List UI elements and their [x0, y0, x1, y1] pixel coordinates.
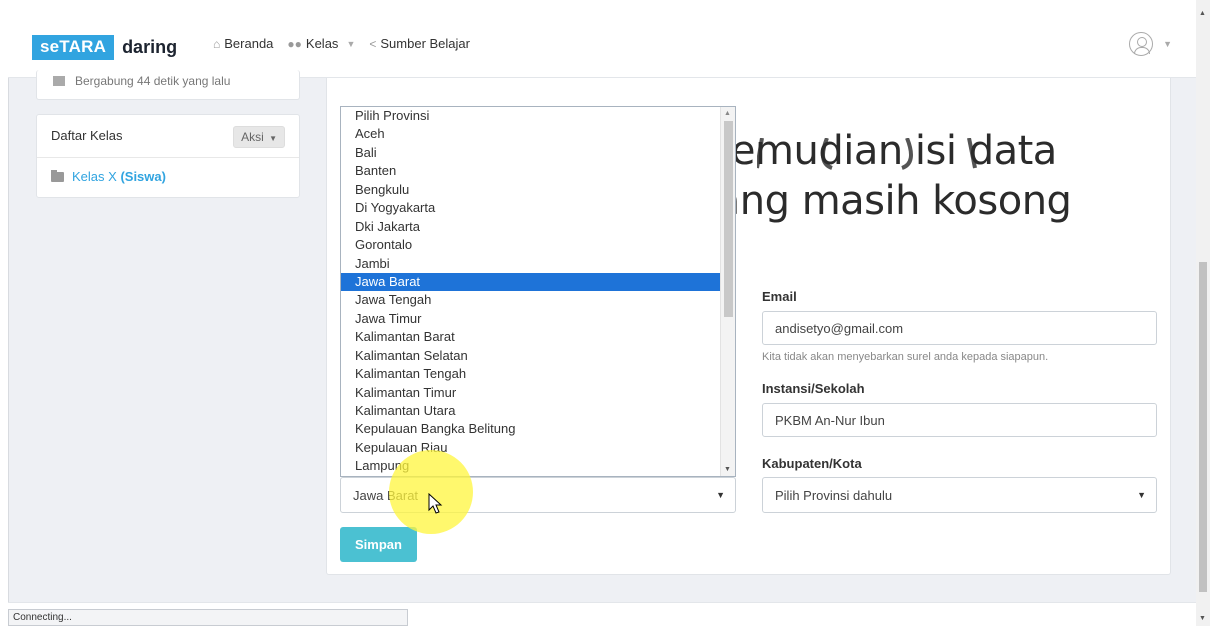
- scroll-down-icon[interactable]: ▼: [724, 466, 731, 473]
- brand-text: daring: [122, 36, 178, 57]
- divider: [37, 157, 299, 158]
- click-highlight: [389, 450, 473, 534]
- chevron-down-icon: ▼: [269, 134, 277, 143]
- class-role: (Siswa): [120, 169, 166, 184]
- scroll-up-icon[interactable]: ▲: [724, 110, 731, 117]
- dropdown-option[interactable]: Kalimantan Timur: [341, 384, 735, 402]
- dropdown-option[interactable]: Dki Jakarta: [341, 218, 735, 236]
- dropdown-option[interactable]: Di Yogyakarta: [341, 199, 735, 217]
- users-icon: ●●: [287, 36, 302, 51]
- nav-sumber-belajar-label: Sumber Belajar: [380, 36, 470, 51]
- navbar: seTARA daring ⌂ Beranda ●● Kelas ▼ < Sum…: [8, 0, 1196, 78]
- dropdown-option[interactable]: Kalimantan Utara: [341, 402, 735, 420]
- kabupaten-select[interactable]: Pilih Provinsi dahulu ▼: [762, 477, 1157, 513]
- nav-kelas[interactable]: ●● Kelas ▼: [287, 36, 355, 51]
- dropdown-option[interactable]: Bali: [341, 144, 735, 162]
- chevron-down-icon: ▼: [1163, 39, 1172, 49]
- dropdown-option[interactable]: Kalimantan Selatan: [341, 347, 735, 365]
- kabupaten-label: Kabupaten/Kota: [762, 456, 862, 471]
- nav-beranda-label: Beranda: [224, 36, 274, 51]
- scroll-up-icon[interactable]: ▲: [1199, 10, 1206, 17]
- aksi-label: Aksi: [241, 130, 264, 144]
- window-edge: [0, 0, 8, 626]
- scroll-down-icon[interactable]: ▼: [1199, 615, 1206, 622]
- calendar-icon: [53, 76, 65, 86]
- nav-beranda[interactable]: ⌂ Beranda: [213, 36, 273, 51]
- chevron-down-icon: ▼: [716, 490, 725, 500]
- email-help-text: Kita tidak akan menyebarkan surel anda k…: [762, 351, 1049, 363]
- dropdown-option[interactable]: Jawa Barat: [341, 272, 735, 292]
- class-name: Kelas X: [72, 169, 117, 184]
- profile-joined-panel: Bergabung 44 detik yang lalu: [36, 70, 300, 100]
- dropdown-option[interactable]: Pilih Provinsi: [341, 107, 735, 125]
- dropdown-option[interactable]: Jambi: [341, 255, 735, 273]
- brand-logo[interactable]: seTARA daring: [32, 34, 177, 60]
- dropdown-option[interactable]: Jawa Tengah: [341, 291, 735, 309]
- provinsi-dropdown-list[interactable]: Pilih Provinsi Aceh Bali Banten Bengkulu Di Y…: [340, 106, 736, 477]
- browser-status-bar: Connecting...: [8, 609, 408, 626]
- panel-title: Daftar Kelas: [51, 128, 123, 143]
- dropdown-scrollbar[interactable]: ▲ ▼: [720, 107, 735, 476]
- class-link[interactable]: Kelas X (Siswa): [51, 169, 166, 184]
- share-icon: <: [369, 36, 377, 51]
- email-label: Email: [762, 289, 797, 304]
- user-avatar-icon: [1129, 32, 1154, 56]
- dropdown-option[interactable]: Jawa Timur: [341, 310, 735, 328]
- dropdown-option[interactable]: Bengkulu: [341, 181, 735, 199]
- dropdown-option[interactable]: Kalimantan Barat: [341, 328, 735, 346]
- page-scroll-thumb[interactable]: [1199, 262, 1207, 592]
- user-menu[interactable]: ▼: [1129, 32, 1172, 56]
- instansi-label: Instansi/Sekolah: [762, 381, 865, 396]
- chevron-down-icon: ▼: [1137, 490, 1146, 500]
- chevron-down-icon: ▼: [346, 38, 356, 49]
- dropdown-option[interactable]: Aceh: [341, 125, 735, 143]
- aksi-button[interactable]: Aksi ▼: [233, 126, 285, 148]
- kabupaten-select-value: Pilih Provinsi dahulu: [775, 488, 893, 503]
- home-icon: ⌂: [213, 36, 221, 51]
- email-field[interactable]: andisetyo@gmail.com: [762, 311, 1157, 345]
- dropdown-option[interactable]: Gorontalo: [341, 236, 735, 254]
- save-button[interactable]: Simpan: [340, 527, 417, 562]
- folder-icon: [51, 169, 64, 182]
- dropdown-scroll-thumb[interactable]: [724, 121, 733, 317]
- nav-sumber-belajar[interactable]: < Sumber Belajar: [369, 36, 470, 51]
- class-list-panel: Daftar Kelas Aksi ▼ Kelas X (Siswa): [36, 114, 300, 198]
- joined-text: Bergabung 44 detik yang lalu: [75, 74, 231, 88]
- instansi-field[interactable]: PKBM An-Nur Ibun: [762, 403, 1157, 437]
- dropdown-option[interactable]: Kalimantan Tengah: [341, 365, 735, 383]
- brand-box: seTARA: [32, 34, 115, 60]
- nav-kelas-label: Kelas: [305, 36, 339, 51]
- page-scrollbar[interactable]: ▲ ▼: [1196, 0, 1210, 626]
- dropdown-options: Pilih Provinsi Aceh Bali Banten Bengkulu Di Y…: [341, 107, 735, 476]
- mouse-cursor-icon: [428, 493, 443, 514]
- content-border: [8, 78, 9, 604]
- dropdown-option[interactable]: Kepulauan Bangka Belitung: [341, 420, 735, 438]
- dropdown-option[interactable]: Kepulauan Riau: [341, 439, 735, 457]
- main-nav: ⌂ Beranda ●● Kelas ▼ < Sumber Belajar: [213, 36, 470, 51]
- dropdown-option[interactable]: Banten: [341, 162, 735, 180]
